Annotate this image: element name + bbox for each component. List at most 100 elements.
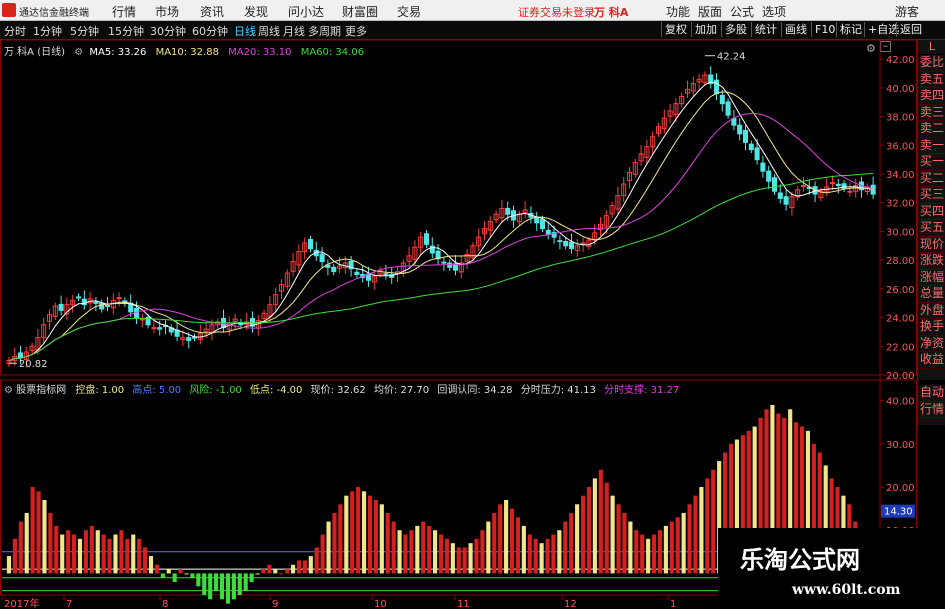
date-axis-label: 12 <box>564 599 577 609</box>
candle-body <box>748 143 754 151</box>
indicator-bar <box>350 491 355 574</box>
indicator-bar <box>504 499 509 574</box>
candle-body <box>754 147 760 161</box>
indicator-bar <box>705 478 710 574</box>
indicator-bar <box>580 495 586 574</box>
candle-body <box>157 327 163 330</box>
indicator-bar <box>409 530 414 574</box>
indicator-name: 股票指标网 <box>16 385 67 396</box>
candle-body <box>441 261 447 264</box>
candle-body <box>99 302 105 310</box>
candle-body <box>771 177 778 192</box>
indicator-bar <box>557 530 562 574</box>
candle-body <box>742 129 749 143</box>
indicator-bar <box>42 499 47 574</box>
price-axis-label: 24.00 <box>886 314 915 325</box>
price-axis-label: 36.00 <box>886 141 915 152</box>
indicator-bar <box>468 543 473 574</box>
indicator-bar <box>462 547 467 574</box>
candle-body <box>17 352 24 359</box>
candle-body <box>737 124 743 135</box>
candle-body <box>760 162 766 172</box>
candle-body <box>383 273 389 276</box>
indicator-bar <box>379 504 384 574</box>
indicator-bar <box>539 543 544 574</box>
indicator-pressure: 分时压力: 41.13 <box>520 385 596 396</box>
indicator-bar <box>509 508 515 574</box>
indicator-bar <box>166 569 171 574</box>
indicator-bar <box>237 573 242 595</box>
candle-body <box>505 207 511 215</box>
indicator-bar <box>681 512 686 574</box>
ma60-line <box>8 173 874 362</box>
indicator-bar <box>711 469 716 574</box>
indicator-bar <box>646 538 651 574</box>
high-annotation: 42.24 <box>717 52 746 63</box>
date-axis-label: 9 <box>272 599 278 609</box>
indicator-bar <box>148 556 154 574</box>
indicator-bar <box>361 491 367 574</box>
indicator-bar <box>160 573 165 578</box>
candle-body <box>93 301 99 304</box>
indicator-bar <box>669 521 674 574</box>
indicator-high: 高点: 5.00 <box>132 385 182 396</box>
candle-body <box>58 303 64 311</box>
indicator-bar <box>438 534 444 574</box>
indicator-bar <box>107 538 112 574</box>
candle-body <box>139 318 145 321</box>
indicator-bar <box>450 543 455 574</box>
indicator-bar <box>24 512 29 574</box>
indicator-risk: 风险: -1.00 <box>189 385 242 396</box>
indicator-bar <box>172 573 177 583</box>
price-axis-label: 26.00 <box>886 285 915 296</box>
low-annotation: 20.82 <box>19 359 48 370</box>
indicator-bar <box>628 521 633 574</box>
indicator-bar <box>563 521 568 574</box>
date-axis-label: 7 <box>66 599 72 609</box>
candle-body <box>423 233 430 245</box>
indicator-gear-icon[interactable]: ⚙ <box>4 385 13 396</box>
indicator-bar <box>675 517 680 574</box>
indicator-legend: ⚙ 股票指标网 控盘: 1.00 高点: 5.00 风险: -1.00 低点: … <box>4 381 679 396</box>
indicator-bar <box>12 538 17 574</box>
indicator-value-text: 14.30 <box>884 507 913 518</box>
date-axis-label: 8 <box>162 599 168 609</box>
stock-chart[interactable]: 42.00 40.00 38.00 36.00 34.00 32.00 30.00 28.00… <box>0 0 945 609</box>
indicator-bar <box>261 569 266 574</box>
indicator-bar <box>575 504 580 574</box>
indicator-axis-label: 40.00 <box>886 397 915 408</box>
indicator-bar <box>367 495 373 574</box>
indicator-bar <box>373 499 378 574</box>
indicator-bar <box>693 495 698 574</box>
candle-body <box>800 185 807 188</box>
indicator-bar <box>344 495 349 574</box>
indicator-bar <box>604 482 609 574</box>
indicator-bar <box>18 521 23 574</box>
indicator-bar <box>113 534 118 574</box>
indicator-bar <box>66 530 71 574</box>
date-axis-label: 2017年 <box>4 597 39 609</box>
indicator-bar <box>385 512 390 574</box>
indicator-bar <box>492 512 497 574</box>
indicator-bar <box>77 538 83 574</box>
indicator-bar <box>279 573 284 575</box>
candle-body <box>835 183 841 187</box>
indicator-bar <box>391 521 396 574</box>
indicator-axis-label: 20.00 <box>886 483 915 494</box>
indicator-bar <box>403 534 408 574</box>
price-axis-label: 30.00 <box>886 227 915 238</box>
indicator-bar <box>320 534 325 574</box>
price-axis-label: 42.00 <box>886 55 915 66</box>
indicator-pullback: 回调认同: 34.28 <box>437 385 513 396</box>
indicator-axis-label: 30.00 <box>886 440 915 451</box>
indicator-bar <box>314 547 319 574</box>
indicator-bar <box>184 573 189 575</box>
candle-body <box>557 240 563 243</box>
indicator-bar <box>415 525 420 574</box>
indicator-bar <box>498 504 503 574</box>
indicator-bar <box>54 525 59 574</box>
indicator-bar <box>338 504 343 574</box>
indicator-bar <box>83 530 88 574</box>
candle-body <box>307 238 314 250</box>
indicator-bar <box>486 521 491 574</box>
